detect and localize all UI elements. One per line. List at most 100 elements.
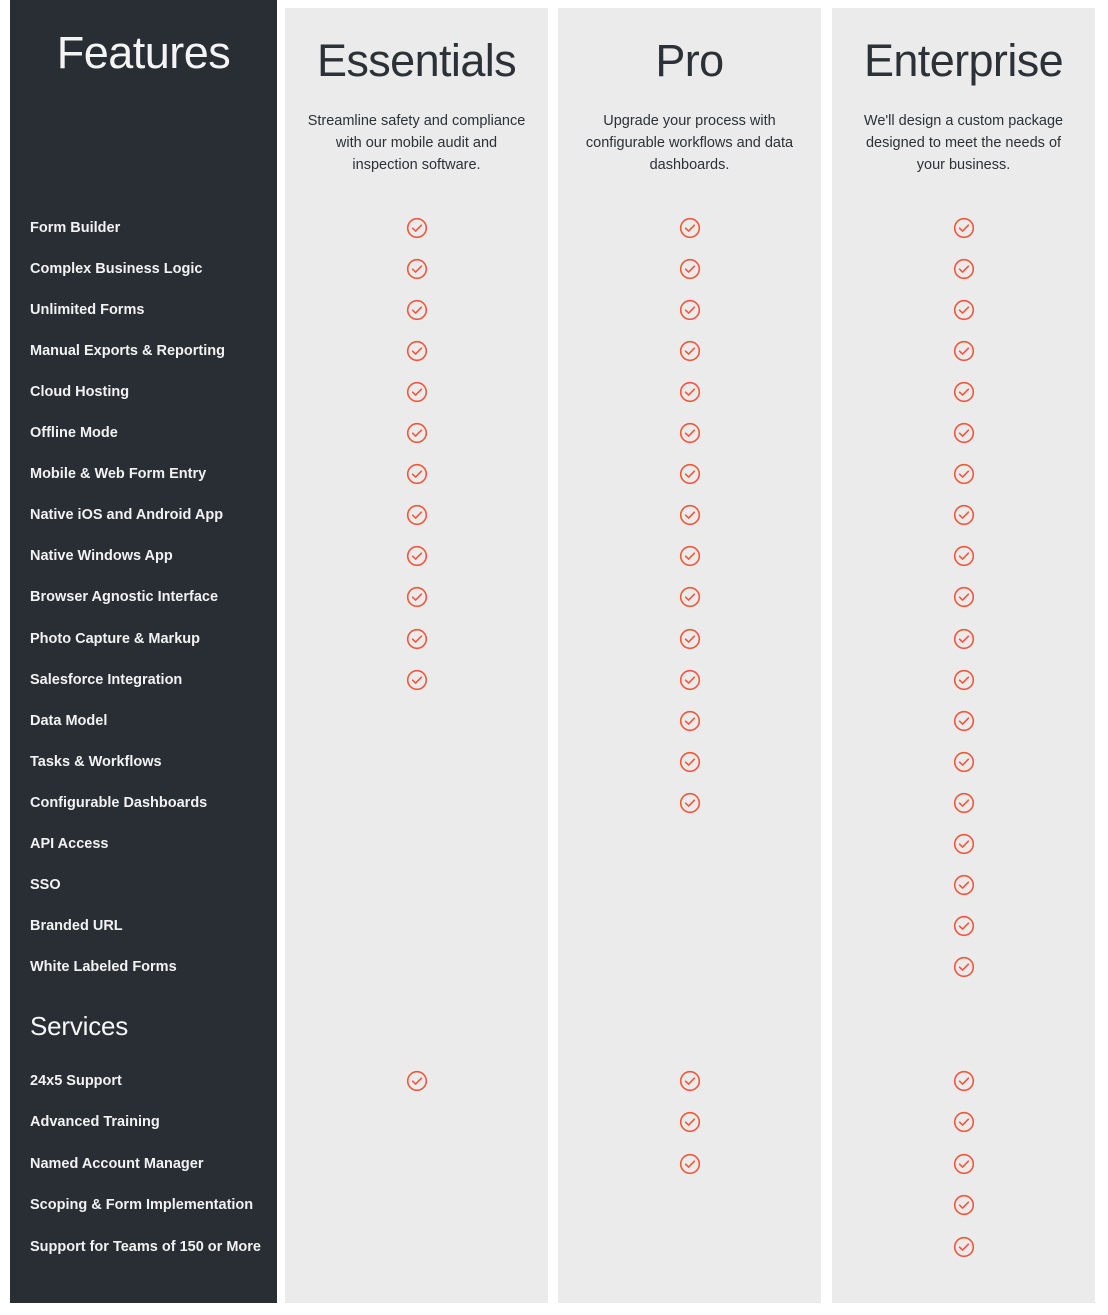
features-column: Features Form Builder Complex Business Lo… xyxy=(10,0,277,1303)
feature-row: Browser Agnostic Interface xyxy=(30,588,267,606)
feature-check-cell xyxy=(832,381,1095,403)
feature-label: Offline Mode xyxy=(30,425,118,442)
feature-check-cell xyxy=(558,751,821,773)
service-row: Support for Teams of 150 or More xyxy=(30,1238,267,1256)
check-circle-icon xyxy=(679,587,700,608)
check-circle-icon xyxy=(953,1236,974,1257)
check-circle-icon xyxy=(679,1112,700,1133)
feature-label: Manual Exports & Reporting xyxy=(30,343,225,360)
check-circle-icon xyxy=(953,1195,974,1216)
plan-header-pro: Pro Upgrade your process with configurab… xyxy=(558,8,821,176)
service-check-cell xyxy=(558,1111,821,1133)
feature-check-cell xyxy=(558,628,821,650)
plan-column-pro[interactable]: Pro Upgrade your process with configurab… xyxy=(558,8,821,1303)
check-circle-icon xyxy=(406,217,427,239)
feature-check-cell xyxy=(832,710,1095,732)
service-label: Scoping & Form Implementation xyxy=(30,1197,254,1214)
features-column-title: Features xyxy=(56,27,231,78)
feature-label: API Access xyxy=(30,835,109,852)
services-section-heading-row: Services xyxy=(30,1011,267,1041)
plan-column-essentials[interactable]: Essentials Streamline safety and complia… xyxy=(285,8,548,1303)
feature-label: SSO xyxy=(30,876,61,893)
feature-check-cell xyxy=(832,217,1095,239)
plan-name-pro: Pro xyxy=(655,35,724,86)
feature-check-cell xyxy=(832,340,1095,362)
feature-label: Mobile & Web Form Entry xyxy=(30,466,207,483)
check-circle-icon xyxy=(679,710,700,731)
check-circle-icon xyxy=(679,1070,700,1092)
check-circle-icon xyxy=(679,792,700,813)
feature-label: Native Windows App xyxy=(30,548,173,565)
feature-label: Cloud Hosting xyxy=(30,384,130,401)
feature-check-cell xyxy=(832,628,1095,650)
feature-check-cell xyxy=(832,956,1095,978)
feature-check-cell xyxy=(832,586,1095,608)
plan-description-enterprise: We'll design a custom package designed t… xyxy=(863,113,1064,173)
feature-row: Native Windows App xyxy=(30,547,267,565)
feature-label: Browser Agnostic Interface xyxy=(30,589,219,606)
service-check-cell xyxy=(832,1070,1095,1092)
check-circle-icon xyxy=(679,1153,700,1174)
check-circle-icon xyxy=(679,299,700,321)
check-circle-icon xyxy=(953,915,974,936)
check-circle-icon xyxy=(953,628,974,649)
check-circle-icon xyxy=(953,710,974,731)
plan-column-enterprise[interactable]: Enterprise We'll design a custom package… xyxy=(832,8,1095,1303)
feature-label: Salesforce Integration xyxy=(30,671,183,688)
feature-row: White Labeled Forms xyxy=(30,958,267,976)
check-circle-icon xyxy=(679,464,700,485)
feature-label: White Labeled Forms xyxy=(30,958,177,975)
check-circle-icon xyxy=(953,299,974,321)
feature-check-cell xyxy=(558,545,821,567)
feature-row: Data Model xyxy=(30,712,267,730)
feature-label: Complex Business Logic xyxy=(30,261,203,278)
check-circle-icon xyxy=(953,669,974,690)
feature-check-cell xyxy=(558,422,821,444)
check-circle-icon xyxy=(953,464,974,485)
feature-row: Salesforce Integration xyxy=(30,671,267,689)
feature-label: Data Model xyxy=(30,712,108,729)
feature-check-cell xyxy=(832,504,1095,526)
feature-row: Offline Mode xyxy=(30,424,267,442)
feature-row: Cloud Hosting xyxy=(30,383,267,401)
check-circle-icon xyxy=(406,341,427,362)
check-circle-icon xyxy=(953,341,974,362)
feature-check-cell xyxy=(285,381,548,403)
plan-name-enterprise: Enterprise xyxy=(863,35,1064,86)
service-check-cell xyxy=(832,1111,1095,1133)
check-circle-icon xyxy=(406,628,427,649)
feature-check-cell xyxy=(285,586,548,608)
service-check-cell xyxy=(558,1153,821,1175)
feature-check-cell xyxy=(285,628,548,650)
feature-check-cell xyxy=(832,833,1095,855)
feature-row: Complex Business Logic xyxy=(30,260,267,278)
feature-check-cell xyxy=(558,299,821,321)
check-circle-icon xyxy=(406,505,427,526)
feature-check-cell xyxy=(558,504,821,526)
check-circle-icon xyxy=(406,258,427,280)
plan-name-essentials: Essentials xyxy=(316,35,517,86)
feature-check-cell xyxy=(558,217,821,239)
check-circle-icon xyxy=(406,382,427,403)
check-circle-icon xyxy=(953,217,974,239)
check-circle-icon xyxy=(953,258,974,280)
service-check-cell xyxy=(832,1236,1095,1258)
check-circle-icon xyxy=(406,546,427,567)
feature-check-cell xyxy=(558,669,821,691)
feature-row: Form Builder xyxy=(30,219,267,237)
check-circle-icon xyxy=(953,833,974,854)
check-circle-icon xyxy=(953,505,974,526)
feature-label: Tasks & Workflows xyxy=(30,753,162,770)
service-row: Named Account Manager xyxy=(30,1155,267,1173)
service-label: Advanced Training xyxy=(30,1114,160,1131)
service-check-cell xyxy=(558,1070,821,1092)
service-label: Support for Teams of 150 or More xyxy=(30,1238,261,1255)
feature-row: SSO xyxy=(30,876,267,894)
feature-check-cell xyxy=(558,586,821,608)
feature-label: Configurable Dashboards xyxy=(30,794,208,811)
check-circle-icon xyxy=(406,299,427,321)
service-check-cell xyxy=(285,1070,548,1092)
plan-description-essentials: Streamline safety and compliance with ou… xyxy=(307,113,526,173)
services-section-heading: Services xyxy=(30,1011,129,1041)
feature-label: Unlimited Forms xyxy=(30,302,145,319)
